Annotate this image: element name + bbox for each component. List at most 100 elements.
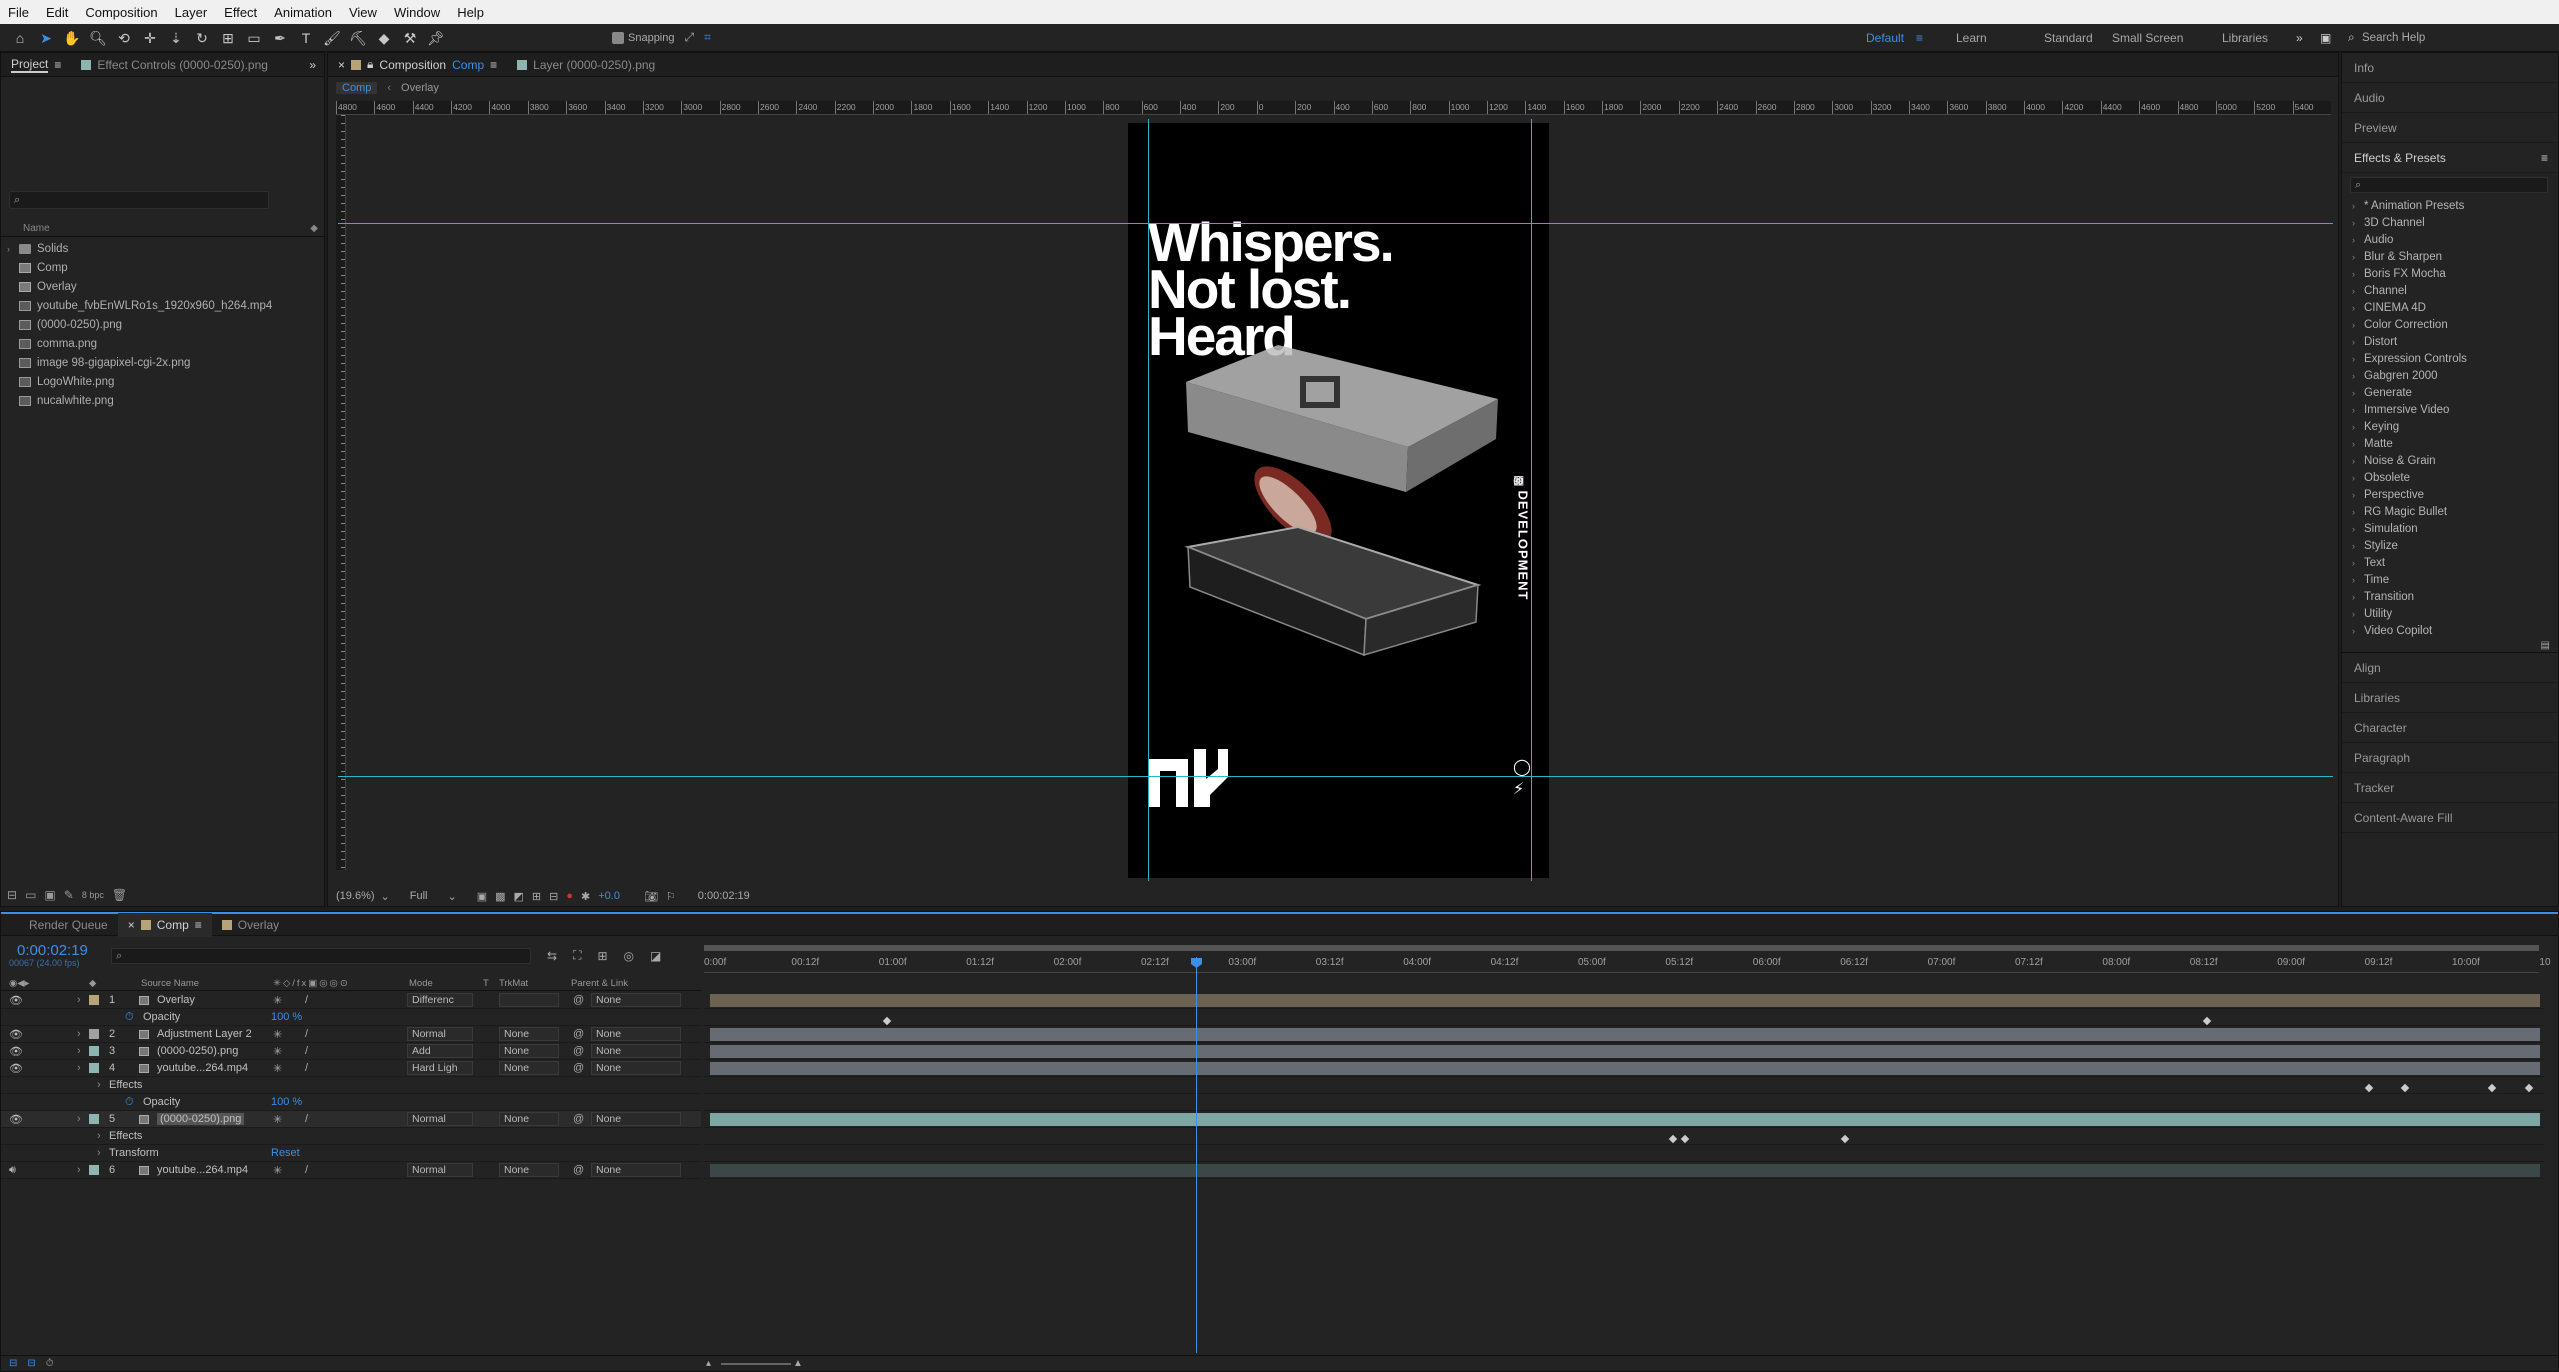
new-composition-icon[interactable]: ▣	[44, 888, 55, 902]
parent-pickwhip-icon[interactable]: @	[573, 1062, 584, 1074]
expand-arrow-icon[interactable]: ›	[2352, 388, 2360, 398]
project-search-input[interactable]: ⌕	[9, 191, 269, 209]
property-row[interactable]: ⏱︎ Opacity 100 %	[1, 1094, 701, 1111]
workspace-libraries[interactable]: Libraries	[2222, 31, 2296, 45]
timeline-search-input[interactable]: ⌕	[111, 948, 531, 964]
trkmat-dropdown[interactable]: None	[499, 1112, 559, 1126]
layer-name[interactable]: (0000-0250).png	[157, 1045, 238, 1057]
parent-pickwhip-icon[interactable]: @	[573, 1164, 584, 1176]
menu-edit[interactable]: Edit	[46, 5, 68, 20]
layer-name[interactable]: Overlay	[157, 994, 195, 1006]
guide-line-vertical[interactable]	[1531, 119, 1532, 881]
column-mode[interactable]: Mode	[409, 978, 433, 989]
expand-arrow-icon[interactable]: ›	[2352, 337, 2360, 347]
timeline-timecode[interactable]: 0:00:02:19	[17, 942, 88, 959]
effects-presets-title[interactable]: Effects & Presets	[2354, 151, 2446, 165]
layer-name[interactable]: (0000-0250).png	[157, 1113, 245, 1125]
property-row[interactable]: ⏱︎ Opacity 100 %	[1, 1009, 701, 1026]
channel-icon[interactable]: ●	[566, 890, 573, 902]
panel-paragraph[interactable]: Paragraph	[2342, 743, 2558, 773]
visibility-eye-icon[interactable]: 👁︎	[9, 1062, 23, 1075]
tab-timeline-overlay[interactable]: Overlay	[212, 913, 289, 937]
column-parent[interactable]: Parent & Link	[571, 978, 628, 989]
expand-arrow-icon[interactable]: ›	[2352, 558, 2360, 568]
expand-arrow-icon[interactable]: ›	[77, 1113, 81, 1125]
roto-brush-icon[interactable]: ⚒	[400, 28, 420, 48]
selection-tool-icon[interactable]: ➤	[36, 28, 56, 48]
parent-dropdown[interactable]: None	[591, 993, 681, 1007]
layer-row[interactable]: 🔊︎ › 6 youtube...264.mp4 ✳ / Normal None @ None	[1, 1162, 701, 1179]
effect-category[interactable]: › Video Copilot	[2342, 622, 2558, 639]
exposure-value[interactable]: +0.0	[598, 890, 620, 902]
guide-line-vertical[interactable]	[1148, 119, 1149, 881]
trkmat-dropdown[interactable]: None	[499, 1044, 559, 1058]
zoom-tool-icon[interactable]: 🔍︎	[88, 28, 108, 48]
trkmat-dropdown[interactable]	[499, 993, 559, 1007]
panel-preview[interactable]: Preview	[2342, 113, 2558, 143]
tab-project[interactable]: Project ≡	[1, 53, 71, 77]
trkmat-dropdown[interactable]: None	[499, 1061, 559, 1075]
property-row[interactable]: › Effects	[1, 1128, 701, 1145]
parent-pickwhip-icon[interactable]: @	[573, 994, 584, 1006]
snapping-checkbox[interactable]	[612, 31, 624, 44]
tab-timeline-comp[interactable]: × Comp ≡	[117, 912, 212, 937]
effect-category[interactable]: › Noise & Grain	[2342, 452, 2558, 469]
resolution-dropdown[interactable]: Full ⌄	[410, 890, 457, 903]
expand-arrow-icon[interactable]: ›	[7, 244, 10, 254]
panel-menu-icon[interactable]: ≡	[2541, 151, 2548, 165]
mode-dropdown[interactable]: Normal	[407, 1112, 473, 1126]
parent-pickwhip-icon[interactable]: @	[573, 1028, 584, 1040]
workspace-standard[interactable]: Standard	[2044, 31, 2112, 45]
effect-category[interactable]: › Utility	[2342, 605, 2558, 622]
effect-category[interactable]: › Boris FX Mocha	[2342, 265, 2558, 282]
effect-category[interactable]: › CINEMA 4D	[2342, 299, 2558, 316]
home-icon[interactable]: ⌂	[10, 28, 30, 48]
region-of-interest-icon[interactable]: ▣	[477, 890, 487, 903]
eraser-tool-icon[interactable]: ◆	[374, 28, 394, 48]
layer-row[interactable]: 👁︎ › 1 Overlay ✳ / Differenc @ None	[1, 992, 701, 1009]
transparency-grid-icon[interactable]: ▩	[495, 890, 505, 903]
stopwatch-icon[interactable]: ⏱︎	[125, 1011, 134, 1024]
property-row[interactable]: › Transform Reset	[1, 1145, 701, 1162]
effect-category[interactable]: › Text	[2342, 554, 2558, 571]
visibility-eye-icon[interactable]: 👁︎	[9, 994, 23, 1007]
new-preset-icon[interactable]: ▤	[2541, 640, 2550, 651]
lock-icon[interactable]: 🔒︎	[367, 57, 373, 72]
parent-dropdown[interactable]: None	[591, 1112, 681, 1126]
shy-switch-icon[interactable]: ✳	[273, 1164, 282, 1177]
layer-label-swatch[interactable]	[89, 1029, 99, 1039]
parent-dropdown[interactable]: None	[591, 1163, 681, 1177]
workspace-menu-icon[interactable]: ≡	[1916, 31, 1956, 45]
interpret-footage-icon[interactable]: ⊟	[7, 888, 17, 902]
expand-arrow-icon[interactable]: ›	[2352, 439, 2360, 449]
layer-duration-bar[interactable]	[710, 1062, 2540, 1075]
search-help-input[interactable]: Search Help	[2362, 32, 2425, 44]
brush-tool-icon[interactable]: 🖌︎	[322, 28, 342, 48]
panel-info[interactable]: Info	[2342, 53, 2558, 83]
parent-dropdown[interactable]: None	[591, 1027, 681, 1041]
rotate-tool-icon[interactable]: ↻	[192, 28, 212, 48]
layer-duration-bar[interactable]	[710, 1113, 2540, 1126]
motion-blur-icon[interactable]: ◎	[624, 949, 634, 963]
zoom-out-icon[interactable]: ▴	[706, 1358, 711, 1369]
close-icon[interactable]: ×	[338, 58, 345, 72]
workspace-overflow-icon[interactable]: »	[2296, 31, 2320, 45]
puppet-tool-icon[interactable]: 📌︎	[426, 28, 446, 48]
guide-line-horizontal[interactable]	[338, 223, 2333, 224]
panel-overflow-icon[interactable]: »	[309, 58, 324, 72]
menu-effect[interactable]: Effect	[224, 5, 257, 20]
expand-arrow-icon[interactable]: ›	[2352, 252, 2360, 262]
workspace-learn[interactable]: Learn	[1956, 31, 2044, 45]
zoom-dropdown[interactable]: (19.6%) ⌄	[336, 890, 390, 903]
layer-label-swatch[interactable]	[89, 1114, 99, 1124]
stopwatch-icon[interactable]: ⏱︎	[125, 1096, 134, 1109]
expand-arrow-icon[interactable]: ›	[2352, 524, 2360, 534]
effect-category[interactable]: › Perspective	[2342, 486, 2558, 503]
effect-category[interactable]: › Transition	[2342, 588, 2558, 605]
expand-arrow-icon[interactable]: ›	[2352, 201, 2360, 211]
visibility-eye-icon[interactable]: 👁︎	[9, 1045, 23, 1058]
breadcrumb-comp[interactable]: Comp	[336, 82, 378, 94]
type-tool-icon[interactable]: T	[296, 28, 316, 48]
layer-duration-bar[interactable]	[710, 1028, 2540, 1041]
quality-switch-icon[interactable]: /	[305, 1045, 308, 1057]
